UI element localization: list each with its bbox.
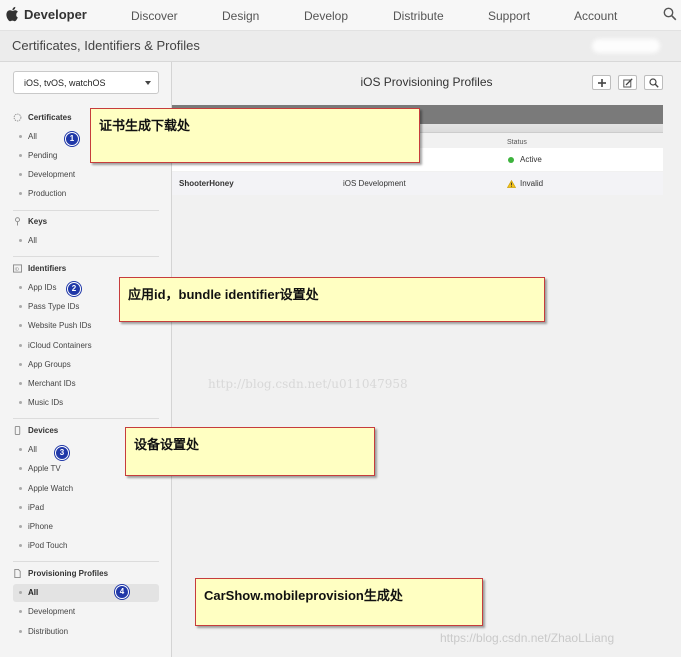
active-status-icon — [508, 157, 514, 163]
annotation-badge-4: 4 — [115, 585, 129, 599]
platform-select[interactable]: iOS, tvOS, watchOS — [13, 71, 159, 94]
divider — [13, 561, 159, 562]
add-button[interactable] — [592, 75, 611, 90]
annotation-badge-3: 3 — [55, 446, 69, 460]
sidebar-item-app-ids[interactable]: App IDs — [19, 283, 56, 292]
key-icon — [15, 217, 20, 226]
sidebar-item-certificates-development[interactable]: Development — [19, 170, 75, 179]
sidebar-item-app-groups[interactable]: App Groups — [19, 360, 71, 369]
divider — [13, 418, 159, 419]
svg-text:ID: ID — [14, 267, 19, 272]
table-row[interactable]: ShooterHoney iOS Development Invalid — [172, 172, 663, 195]
platform-select-value: iOS, tvOS, watchOS — [24, 78, 106, 88]
sidebar-item-iphone[interactable]: iPhone — [19, 522, 53, 531]
profile-name: ShooterHoney — [179, 179, 234, 188]
apple-logo-icon[interactable] — [5, 6, 19, 22]
sidebar-item-certificates-production[interactable]: Production — [19, 189, 66, 198]
edit-icon — [623, 78, 633, 88]
sidebar-item-website-push-ids[interactable]: Website Push IDs — [19, 321, 91, 330]
certificate-icon — [13, 113, 22, 122]
top-nav: Developer Discover Design Develop Distri… — [0, 0, 681, 31]
search-icon[interactable] — [663, 7, 677, 21]
page-title: Certificates, Identifiers & Profiles — [12, 38, 200, 53]
annotation-badge-2: 2 — [67, 282, 81, 296]
section-title-devices: Devices — [28, 426, 59, 435]
sidebar-item-profiles-development[interactable]: Development — [19, 607, 75, 616]
divider — [13, 256, 159, 257]
search-icon — [649, 78, 659, 88]
sidebar-item-ipad[interactable]: iPad — [19, 503, 44, 512]
sidebar-item-certificates-all[interactable]: All — [19, 132, 37, 141]
section-title-certificates: Certificates — [28, 113, 72, 122]
watermark: https://blog.csdn.net/ZhaoLLiang — [440, 631, 615, 645]
chevron-down-icon — [145, 81, 151, 85]
section-title-keys: Keys — [28, 217, 48, 226]
section-title-identifiers: Identifiers — [28, 264, 67, 273]
sidebar-item-pass-type-ids[interactable]: Pass Type IDs — [19, 302, 79, 311]
edit-button[interactable] — [618, 75, 637, 90]
annotation-note-1: 证书生成下载处 — [90, 108, 420, 163]
nav-develop[interactable]: Develop — [304, 9, 348, 23]
sub-header: Certificates, Identifiers & Profiles — [0, 31, 681, 62]
device-icon — [14, 426, 21, 435]
search-button[interactable] — [644, 75, 663, 90]
sidebar-item-keys-all[interactable]: All — [19, 236, 37, 245]
divider — [13, 210, 159, 211]
account-name-blurred — [592, 39, 660, 53]
sidebar-item-music-ids[interactable]: Music IDs — [19, 398, 63, 407]
brand-title[interactable]: Developer — [24, 7, 87, 22]
nav-support[interactable]: Support — [488, 9, 530, 23]
sidebar-item-apple-tv[interactable]: Apple TV — [19, 464, 61, 473]
sidebar-item-devices-all[interactable]: All — [19, 445, 37, 454]
sidebar-item-apple-watch[interactable]: Apple Watch — [19, 484, 73, 493]
sidebar-item-profiles-distribution[interactable]: Distribution — [19, 627, 68, 636]
document-icon — [14, 569, 21, 578]
sidebar-item-certificates-pending[interactable]: Pending — [19, 151, 57, 160]
sidebar-item-merchant-ids[interactable]: Merchant IDs — [19, 379, 76, 388]
profile-status: Active — [520, 155, 542, 164]
nav-account[interactable]: Account — [574, 9, 617, 23]
annotation-note-2: 应用id，bundle identifier设置处 — [119, 277, 545, 322]
id-card-icon: ID — [13, 264, 22, 273]
profile-type: iOS Development — [343, 179, 406, 188]
annotation-note-3: 设备设置处 — [125, 427, 375, 476]
annotation-note-4: CarShow.mobileprovision生成处 — [195, 578, 483, 626]
nav-design[interactable]: Design — [222, 9, 259, 23]
sidebar-item-icloud-containers[interactable]: iCloud Containers — [19, 341, 92, 350]
sidebar-item-profiles-all[interactable]: All — [19, 588, 38, 597]
nav-discover[interactable]: Discover — [131, 9, 178, 23]
annotation-badge-1: 1 — [65, 132, 79, 146]
warning-icon — [507, 180, 516, 188]
section-title-provisioning-profiles: Provisioning Profiles — [28, 569, 109, 578]
plus-icon — [598, 79, 606, 87]
watermark: http://blog.csdn.net/u011047958 — [208, 377, 408, 391]
nav-distribute[interactable]: Distribute — [393, 9, 444, 23]
profile-status: Invalid — [520, 179, 544, 188]
column-header-status[interactable]: Status — [507, 139, 527, 146]
sidebar-item-ipod-touch[interactable]: iPod Touch — [19, 541, 67, 550]
